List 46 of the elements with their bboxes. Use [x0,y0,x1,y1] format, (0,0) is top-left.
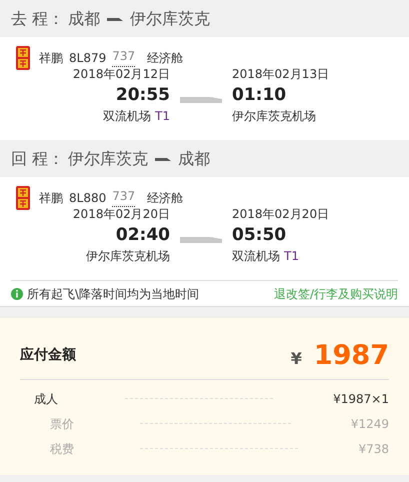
arrow-icon [180,235,222,243]
aircraft-type: 737 [112,189,136,207]
info-note: 所有起飞\降落时间均为当地时间 [27,286,200,302]
flight-number: 8L879 [69,50,106,67]
flight-time: 05:50 [232,224,286,247]
aircraft-type: 737 [112,49,136,67]
flight-date: 2018年02月20日 [232,206,330,223]
flight-number: 8L880 [69,190,106,207]
arrow-icon [180,95,222,103]
terminal: T1 [155,108,170,125]
trip-label: 回 程： [11,148,64,170]
price-label: 票价 [50,416,75,432]
airport-name: 伊尔库茨克机场 [232,108,316,125]
flight-time: 20:55 [116,84,170,107]
cabin-class: 经济舱 [147,50,184,67]
price-value: ¥738 [358,440,389,458]
price-value: ¥1987×1 [333,390,389,408]
city-name: 成都 [68,8,100,30]
total-price: 1987 [314,340,389,372]
info-icon [11,288,23,300]
route-arrow-icon [107,16,124,20]
airline-logo-icon [15,185,31,211]
policy-link[interactable]: 退改签/行李及购买说明 [274,284,398,302]
flight-date: 2018年02月13日 [232,66,330,83]
airline-name: 祥鹏 [39,190,63,207]
trip-label: 去 程： [11,8,64,30]
price-label: 成人 [34,390,59,408]
airline-name: 祥鹏 [39,50,63,67]
city-name: 成都 [178,148,210,170]
flight-time: 02:40 [116,224,170,247]
city-name: 伊尔库茨克 [130,8,210,30]
route-arrow-icon [155,156,172,160]
airport-name: 伊尔库茨克机场 [86,248,170,265]
terminal: T1 [284,248,299,265]
price-label: 税费 [50,440,75,458]
airport-name: 双流机场 [232,248,280,265]
cabin-class: 经济舱 [147,190,184,207]
flight-date: 2018年02月12日 [72,66,170,83]
airline-logo-icon [15,45,31,71]
flight-date: 2018年02月20日 [72,206,170,223]
currency-sign: ¥ [290,348,302,370]
amount-label: 应付金额 [20,346,76,365]
flight-time: 01:10 [232,84,286,107]
price-value: ¥1249 [350,416,389,432]
airport-name: 双流机场 [103,108,152,125]
city-name: 伊尔库茨克 [68,148,148,170]
